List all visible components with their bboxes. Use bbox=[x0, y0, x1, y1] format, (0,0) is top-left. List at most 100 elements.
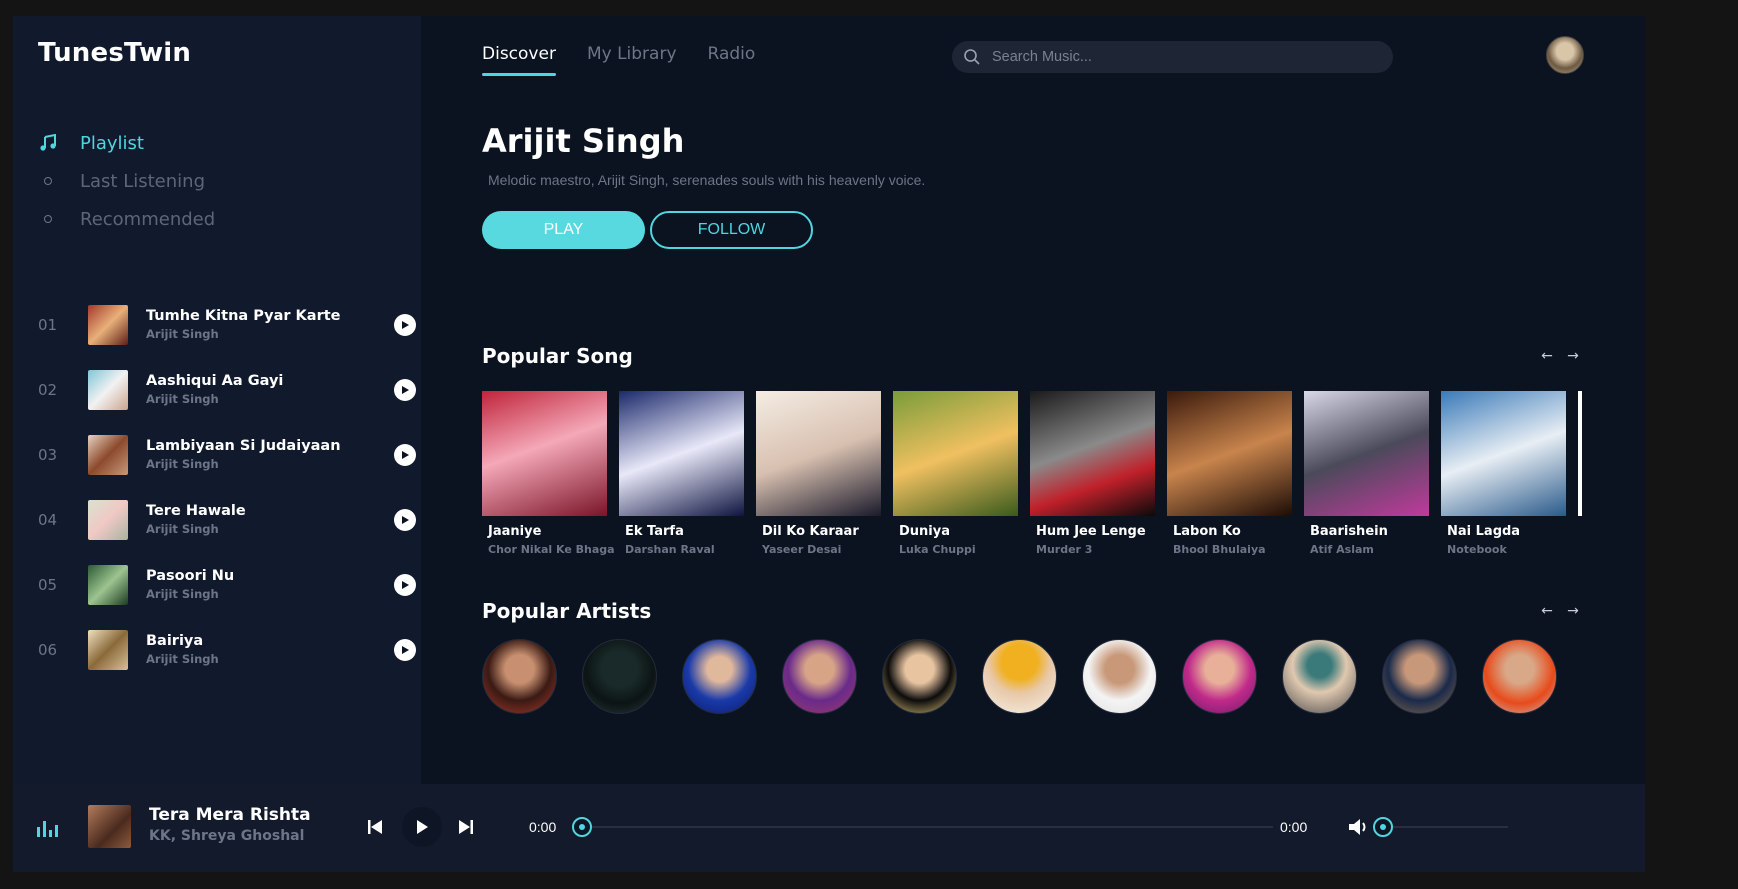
song-card[interactable]: Jaaniye Chor Nikal Ke Bhaga bbox=[482, 391, 615, 576]
play-circle-icon[interactable] bbox=[394, 443, 416, 466]
song-card[interactable]: Baarishein Atif Aslam bbox=[1304, 391, 1429, 576]
artist-avatar[interactable] bbox=[1282, 639, 1357, 714]
play-circle-icon[interactable] bbox=[394, 573, 416, 596]
playlist-row[interactable]: 02 Aashiqui Aa Gayi Arijit Singh bbox=[38, 357, 418, 422]
tab-discover[interactable]: Discover bbox=[482, 44, 556, 76]
artist-avatar[interactable] bbox=[1382, 639, 1457, 714]
song-card[interactable]: Dil Ko Karaar Yaseer Desai bbox=[756, 391, 881, 576]
playlist-row[interactable]: 01 Tumhe Kitna Pyar Karte Arijit Singh bbox=[38, 292, 418, 357]
total-time: 0:00 bbox=[1280, 819, 1308, 835]
song-card-partial[interactable] bbox=[1578, 391, 1582, 516]
artist-avatar[interactable] bbox=[582, 639, 657, 714]
artist-avatar[interactable] bbox=[882, 639, 957, 714]
player-bar: Tera Mera Rishta KK, Shreya Ghoshal 0:00… bbox=[13, 784, 1645, 872]
track-cover bbox=[88, 564, 128, 605]
next-track-button[interactable] bbox=[456, 817, 476, 837]
song-subtitle: Murder 3 bbox=[1036, 543, 1093, 556]
arrow-right-icon[interactable]: → bbox=[1567, 348, 1579, 364]
sidebar-item-label: Last Listening bbox=[80, 170, 205, 192]
artist-avatar[interactable] bbox=[1482, 639, 1557, 714]
artist-title: Arijit Singh bbox=[482, 122, 685, 160]
song-cover bbox=[1304, 391, 1429, 516]
track-info: Bairiya Arijit Singh bbox=[146, 633, 219, 666]
volume-track[interactable] bbox=[1383, 826, 1508, 828]
song-card[interactable]: Hum Jee Lenge Murder 3 bbox=[1030, 391, 1155, 576]
sidebar-item-playlist[interactable]: Playlist bbox=[38, 124, 215, 162]
volume-icon[interactable] bbox=[1348, 817, 1370, 837]
skip-back-icon bbox=[368, 820, 382, 834]
song-cover bbox=[893, 391, 1018, 516]
play-circle-icon[interactable] bbox=[394, 638, 416, 661]
track-cover bbox=[88, 304, 128, 345]
skip-forward-icon bbox=[459, 820, 473, 834]
search-bar bbox=[952, 41, 1393, 73]
track-number: 04 bbox=[38, 510, 58, 529]
artist-avatar[interactable] bbox=[982, 639, 1057, 714]
song-cover bbox=[1167, 391, 1292, 516]
track-title: Lambiyaan Si Judaiyaan bbox=[146, 438, 341, 454]
sidebar-item-label: Playlist bbox=[80, 132, 144, 154]
arrow-right-icon[interactable]: → bbox=[1567, 603, 1579, 619]
sidebar-item-last-listening[interactable]: Last Listening bbox=[38, 162, 215, 200]
track-number: 01 bbox=[38, 315, 58, 334]
app-logo[interactable]: TunesTwin bbox=[38, 38, 191, 68]
track-title: Pasoori Nu bbox=[146, 568, 235, 584]
progress-slider-handle[interactable] bbox=[572, 817, 592, 837]
playlist-row[interactable]: 05 Pasoori Nu Arijit Singh bbox=[38, 552, 418, 617]
search-input[interactable] bbox=[992, 49, 1372, 65]
play-circle-icon[interactable] bbox=[394, 378, 416, 401]
play-circle-icon[interactable] bbox=[394, 313, 416, 336]
volume-slider-handle[interactable] bbox=[1373, 817, 1393, 837]
song-card[interactable]: Labon Ko Bhool Bhulaiya bbox=[1167, 391, 1292, 576]
track-artist: Arijit Singh bbox=[146, 457, 219, 471]
track-title: Aashiqui Aa Gayi bbox=[146, 373, 284, 389]
track-cover bbox=[88, 499, 128, 540]
previous-track-button[interactable] bbox=[365, 817, 385, 837]
artist-avatar[interactable] bbox=[482, 639, 557, 714]
song-card[interactable]: Duniya Luka Chuppi bbox=[893, 391, 1018, 576]
progress-track[interactable] bbox=[583, 826, 1273, 828]
now-playing-artist: KK, Shreya Ghoshal bbox=[149, 828, 305, 844]
tab-radio[interactable]: Radio bbox=[708, 44, 756, 76]
song-title: Dil Ko Karaar bbox=[762, 524, 859, 539]
track-title: Tere Hawale bbox=[146, 503, 246, 519]
current-time: 0:00 bbox=[529, 819, 557, 835]
song-subtitle: Bhool Bhulaiya bbox=[1173, 543, 1266, 556]
play-circle-icon[interactable] bbox=[394, 508, 416, 531]
artist-avatar[interactable] bbox=[782, 639, 857, 714]
song-subtitle: Darshan Raval bbox=[625, 543, 715, 556]
song-subtitle: Luka Chuppi bbox=[899, 543, 976, 556]
arrow-left-icon[interactable]: ← bbox=[1541, 603, 1553, 619]
play-icon bbox=[417, 820, 428, 834]
track-title: Tumhe Kitna Pyar Karte bbox=[146, 308, 341, 324]
song-title: Nai Lagda bbox=[1447, 524, 1521, 539]
track-artist: Arijit Singh bbox=[146, 652, 219, 666]
playlist-row[interactable]: 06 Bairiya Arijit Singh bbox=[38, 617, 418, 682]
artist-description: Melodic maestro, Arijit Singh, serenades… bbox=[488, 172, 926, 188]
play-pause-button[interactable] bbox=[402, 807, 442, 847]
tab-my-library[interactable]: My Library bbox=[587, 44, 677, 76]
play-button[interactable]: PLAY bbox=[482, 211, 645, 249]
sidebar-nav: Playlist Last Listening Recommended bbox=[38, 124, 215, 238]
song-card[interactable]: Nai Lagda Notebook bbox=[1441, 391, 1566, 576]
popular-artists-nav: ← → bbox=[1541, 603, 1579, 619]
track-cover bbox=[88, 629, 128, 670]
playlist-row[interactable]: 04 Tere Hawale Arijit Singh bbox=[38, 487, 418, 552]
user-avatar[interactable] bbox=[1546, 36, 1584, 74]
artist-avatar[interactable] bbox=[682, 639, 757, 714]
song-cover bbox=[619, 391, 744, 516]
follow-button[interactable]: FOLLOW bbox=[650, 211, 813, 249]
song-card[interactable]: Ek Tarfa Darshan Raval bbox=[619, 391, 744, 576]
artist-avatar[interactable] bbox=[1182, 639, 1257, 714]
artist-avatar[interactable] bbox=[1082, 639, 1157, 714]
song-title: Hum Jee Lenge bbox=[1036, 524, 1146, 539]
track-artist: Arijit Singh bbox=[146, 327, 219, 341]
arrow-left-icon[interactable]: ← bbox=[1541, 348, 1553, 364]
now-playing-title: Tera Mera Rishta bbox=[149, 805, 311, 825]
song-cover bbox=[1030, 391, 1155, 516]
top-tabs: Discover My Library Radio bbox=[482, 44, 755, 76]
track-info: Tumhe Kitna Pyar Karte Arijit Singh bbox=[146, 308, 341, 341]
sidebar-item-recommended[interactable]: Recommended bbox=[38, 200, 215, 238]
playlist-row[interactable]: 03 Lambiyaan Si Judaiyaan Arijit Singh bbox=[38, 422, 418, 487]
circle-bullet-icon bbox=[38, 177, 58, 185]
